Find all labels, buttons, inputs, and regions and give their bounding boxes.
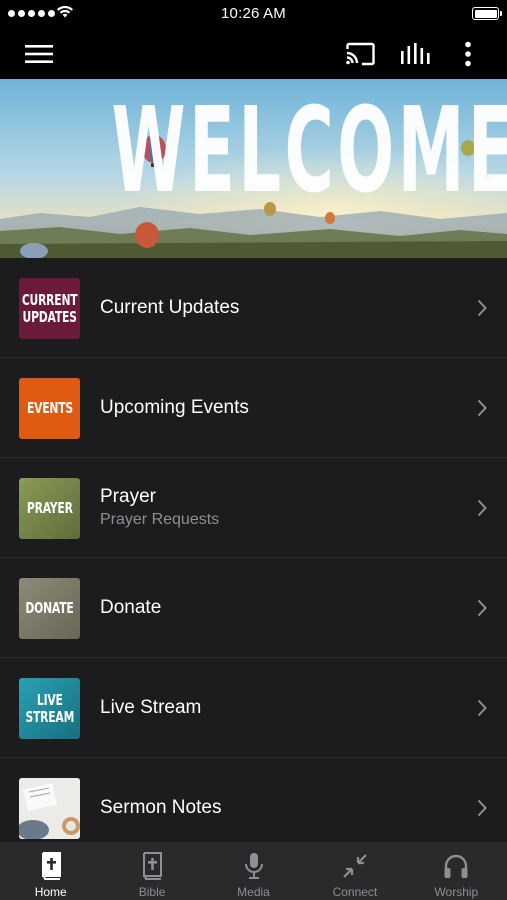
more-vertical-icon — [465, 41, 471, 67]
events-thumbnail: EVENTS — [19, 378, 80, 439]
item-title: Upcoming Events — [100, 396, 249, 418]
headphones-icon — [444, 854, 468, 878]
item-subtitle: Prayer Requests — [100, 511, 220, 528]
status-bar: 10:26 AM — [0, 0, 507, 28]
list-item-donate[interactable]: DONATE Donate — [0, 558, 507, 658]
chevron-right-icon — [477, 499, 487, 516]
chevron-right-icon — [477, 599, 487, 616]
cast-icon — [346, 42, 375, 66]
status-time: 10:26 AM — [221, 5, 286, 22]
tab-bible[interactable]: Bible — [101, 842, 202, 900]
thumbnail-label: EVENTS — [26, 399, 73, 417]
connect-arrows-icon — [343, 854, 367, 878]
chevron-right-icon — [477, 699, 487, 716]
more-options-button[interactable] — [450, 36, 486, 72]
tab-bar: Home Bible Media Connect Worship — [0, 841, 507, 900]
microphone-icon — [244, 853, 263, 879]
list-item-upcoming-events[interactable]: EVENTS Upcoming Events — [0, 358, 507, 458]
item-title: Prayer — [100, 486, 156, 507]
audio-bars-icon — [401, 43, 430, 64]
thumbnail-label: DONATE — [25, 599, 74, 617]
item-title: Live Stream — [100, 696, 202, 718]
bible-icon — [143, 852, 163, 880]
list-item-current-updates[interactable]: CURRENT UPDATES Current Updates — [0, 258, 507, 358]
chevron-right-icon — [477, 299, 487, 316]
cast-button[interactable] — [342, 36, 378, 72]
audio-button[interactable] — [397, 36, 433, 72]
item-title: Current Updates — [100, 296, 240, 318]
tab-label: Worship — [434, 885, 479, 899]
list-item-sermon-notes[interactable]: Sermon Notes — [0, 758, 507, 841]
tab-worship[interactable]: Worship — [406, 842, 507, 900]
tab-home[interactable]: Home — [0, 842, 101, 900]
list-item-live-stream[interactable]: LIVE STREAM Live Stream — [0, 658, 507, 758]
home-bible-icon — [41, 852, 61, 880]
menu-button[interactable] — [21, 36, 57, 72]
list-item-prayer[interactable]: PRAYER Prayer Prayer Requests — [0, 458, 507, 558]
item-title: Sermon Notes — [100, 796, 222, 818]
menu-icon — [25, 45, 53, 63]
notebook-photo-image — [19, 778, 80, 839]
prayer-thumbnail: PRAYER — [19, 478, 80, 539]
banner-title: WELCOME — [111, 83, 507, 220]
tab-media[interactable]: Media — [203, 842, 304, 900]
chevron-right-icon — [477, 399, 487, 416]
thumbnail-label: LIVE STREAM — [25, 690, 74, 726]
donate-thumbnail: DONATE — [19, 578, 80, 639]
current-updates-thumbnail: CURRENT UPDATES — [19, 278, 80, 339]
menu-list: CURRENT UPDATES Current Updates EVENTS U… — [0, 258, 507, 841]
tab-label: Connect — [332, 885, 378, 899]
thumbnail-label: PRAYER — [26, 499, 73, 517]
battery-icon — [472, 7, 502, 20]
chevron-right-icon — [477, 799, 487, 816]
live-stream-thumbnail: LIVE STREAM — [19, 678, 80, 739]
item-title: Donate — [100, 596, 162, 618]
tab-connect[interactable]: Connect — [304, 842, 405, 900]
thumbnail-label: CURRENT UPDATES — [21, 290, 78, 326]
tab-label: Media — [237, 885, 270, 899]
app-bar — [0, 28, 507, 79]
tab-label: Bible — [138, 885, 166, 899]
sermon-notes-thumbnail — [19, 778, 80, 839]
tab-label: Home — [34, 885, 67, 899]
welcome-banner[interactable]: WELCOME — [0, 79, 507, 258]
